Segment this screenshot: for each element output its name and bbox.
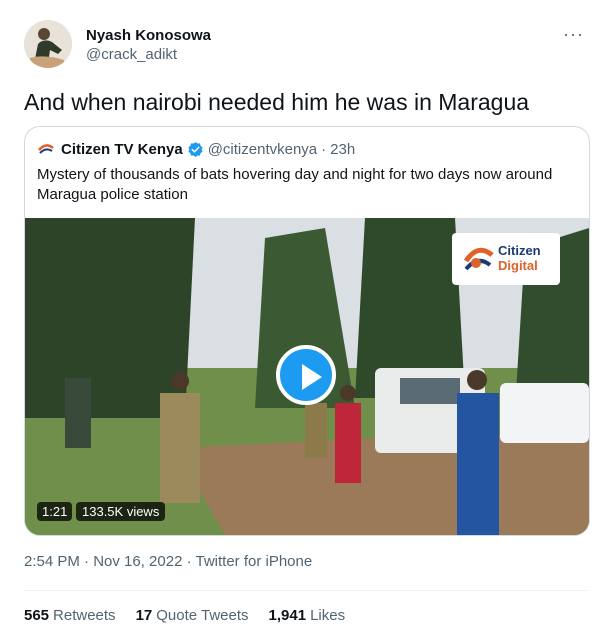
quoted-author-handle[interactable]: @citizentvkenya <box>208 141 317 158</box>
quote-tweets-stat[interactable]: 17 Quote Tweets <box>136 607 249 624</box>
separator-dot: · <box>321 140 327 158</box>
author-avatar[interactable] <box>24 20 72 68</box>
quoted-text: Mystery of thousands of bats hovering da… <box>37 166 553 203</box>
play-button[interactable] <box>276 345 336 405</box>
quoted-author-name[interactable]: Citizen TV Kenya <box>61 141 183 158</box>
author-handle[interactable]: @crack_adikt <box>86 45 211 65</box>
verified-badge-icon <box>188 141 203 157</box>
video-player[interactable]: Citizen Digital 1:21 133.5K views <box>25 218 589 535</box>
stat-count: 17 <box>135 607 153 624</box>
video-duration-badge: 1:21 <box>37 502 73 521</box>
divider <box>24 590 588 591</box>
quoted-time[interactable]: 23h <box>330 141 355 158</box>
stat-label: Retweets <box>53 607 116 624</box>
tweet-stats: 565 Retweets 17 Quote Tweets 1,941 Likes <box>24 607 345 624</box>
author-name[interactable]: Nyash Konosowa <box>86 26 211 45</box>
play-icon <box>302 364 322 390</box>
tweet-header: Nyash Konosowa @crack_adikt ··· <box>24 20 584 70</box>
stat-label: Likes <box>310 607 346 624</box>
tweet-timestamp[interactable]: 2:54 PM · Nov 16, 2022 · Twitter for iPh… <box>24 553 312 570</box>
video-views-badge: 133.5K views <box>76 502 166 521</box>
tweet-text: And when nairobi needed him he was in Ma… <box>24 89 530 115</box>
stat-count: 1,941 <box>268 607 307 624</box>
stat-count: 565 <box>24 607 50 624</box>
logo-line-2: Digital <box>498 258 538 273</box>
quoted-tweet-card[interactable]: Citizen TV Kenya @citizentvkenya · 23h M… <box>24 126 590 536</box>
logo-line-1: Citizen <box>498 243 541 258</box>
citizen-digital-logo: Citizen Digital <box>452 233 560 285</box>
stat-label: Quote Tweets <box>156 607 249 624</box>
likes-stat[interactable]: 1,941 Likes <box>269 607 346 624</box>
retweets-stat[interactable]: 565 Retweets <box>24 607 116 624</box>
more-options-icon[interactable]: ··· <box>563 24 584 45</box>
quoted-author-avatar[interactable] <box>37 140 55 158</box>
